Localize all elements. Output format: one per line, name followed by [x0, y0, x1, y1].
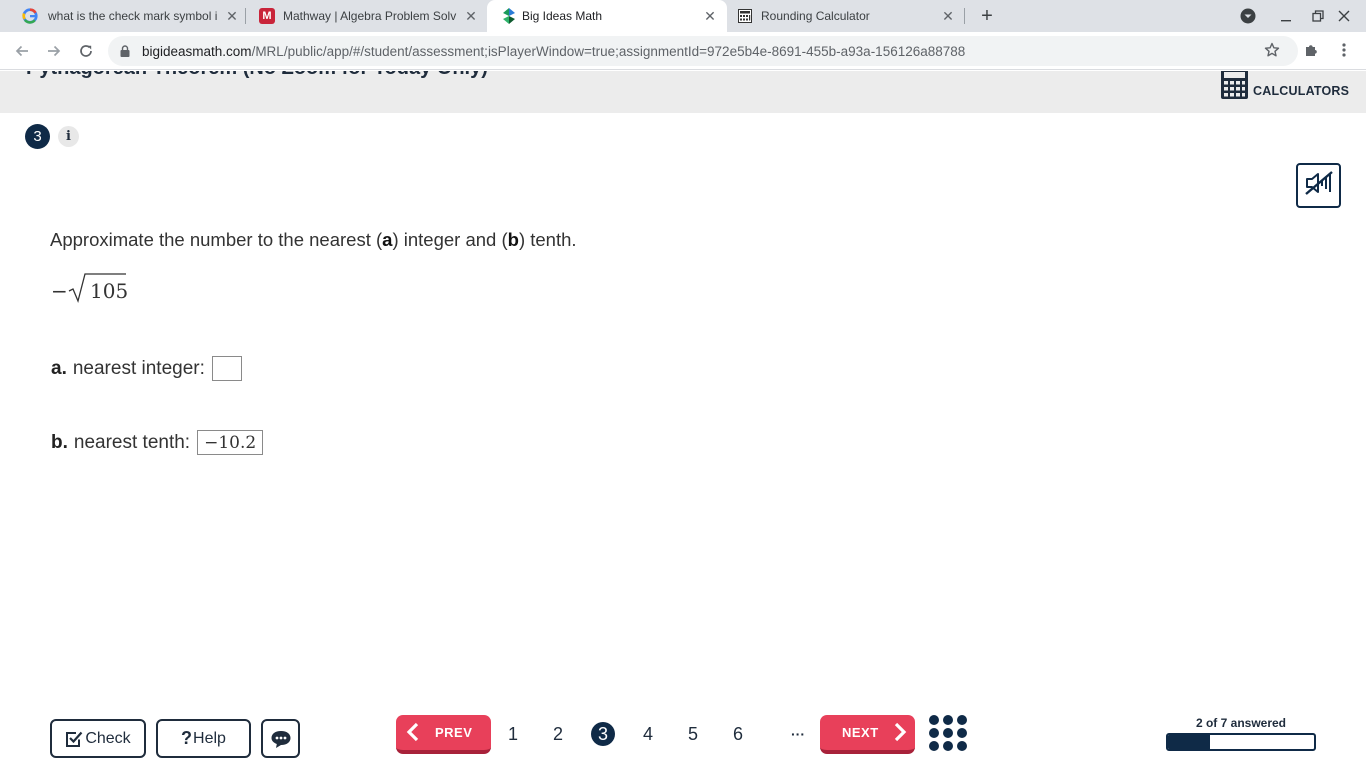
assignment-title: Pythagorean Theorem (No Zoom for Today O… — [26, 71, 488, 80]
answered-progress-bar — [1166, 733, 1316, 751]
progress-fill — [1168, 735, 1210, 749]
close-icon[interactable]: ✕ — [223, 7, 241, 25]
expression-radicand: 105 — [90, 279, 129, 303]
audio-muted-button[interactable] — [1296, 163, 1341, 208]
restore-icon[interactable] — [1308, 6, 1328, 26]
address-bar[interactable]: bigideasmath.com/MRL/public/app/#/studen… — [108, 36, 1298, 66]
close-icon[interactable]: ✕ — [939, 7, 957, 25]
check-label: Check — [85, 729, 131, 747]
question-grid-icon[interactable] — [929, 715, 967, 753]
part-a-row: a. nearest integer: — [51, 356, 242, 381]
page-1-button[interactable]: 1 — [501, 722, 525, 746]
browser-tab-rounding-calculator[interactable]: Rounding Calculator ✕ — [727, 0, 965, 32]
question-number-badge: 3 — [25, 124, 50, 149]
lock-icon — [120, 44, 130, 57]
url-path: /MRL/public/app/#/student/assessment;isP… — [251, 44, 966, 59]
calculators-label: CALCULATORS — [1253, 84, 1350, 98]
next-label: NEXT — [842, 725, 879, 740]
question-prompt: Approximate the number to the nearest (a… — [50, 229, 577, 250]
part-a-text: nearest integer: — [72, 357, 205, 379]
tab-search-dropdown-icon[interactable] — [1238, 6, 1258, 26]
expression-sign: − — [51, 279, 68, 303]
tab-title: what is the check mark symbol i — [48, 9, 218, 23]
more-pages-ellipsis[interactable]: ··· — [786, 722, 810, 746]
browser-tab-mathway[interactable]: M Mathway | Algebra Problem Solv ✕ — [246, 0, 486, 32]
extensions-puzzle-icon[interactable] — [1302, 40, 1322, 60]
calculator-grid-icon — [737, 8, 753, 24]
page-2-button[interactable]: 2 — [546, 722, 570, 746]
tab-title: Big Ideas Math — [522, 9, 603, 23]
close-icon[interactable]: ✕ — [701, 7, 719, 25]
chrome-menu-icon[interactable] — [1336, 40, 1352, 60]
help-button[interactable]: ? Help — [156, 719, 251, 758]
big-ideas-math-icon — [501, 8, 517, 24]
page-6-button[interactable]: 6 — [726, 722, 750, 746]
calculators-button[interactable]: CALCULATORS — [1221, 71, 1349, 101]
page-4-button[interactable]: 4 — [636, 722, 660, 746]
close-icon[interactable]: ✕ — [462, 7, 480, 25]
close-window-icon[interactable] — [1334, 6, 1354, 26]
page-5-button[interactable]: 5 — [681, 722, 705, 746]
url-host: bigideasmath.com — [142, 44, 252, 59]
url-text: bigideasmath.com/MRL/public/app/#/studen… — [142, 44, 965, 59]
check-button[interactable]: Check — [50, 719, 146, 758]
new-tab-plus-icon[interactable]: + — [976, 5, 998, 27]
browser-tab-google[interactable]: what is the check mark symbol i ✕ — [8, 0, 246, 32]
chat-bubble-icon — [270, 729, 292, 749]
prev-label: PREV — [435, 725, 473, 740]
calculator-icon — [1221, 71, 1248, 104]
nearest-tenth-answer-box[interactable]: −10.2 — [197, 430, 264, 455]
question-mark-icon: ? — [181, 728, 193, 748]
tab-title: Rounding Calculator — [761, 9, 870, 23]
browser-tab-big-ideas-math[interactable]: Big Ideas Math ✕ — [487, 0, 727, 32]
part-b-label: b. — [51, 431, 68, 453]
forward-arrow-icon[interactable] — [44, 41, 64, 61]
info-icon[interactable]: i — [58, 126, 79, 147]
part-b-row: b. nearest tenth: −10.2 — [51, 430, 264, 455]
tab-title: Mathway | Algebra Problem Solv — [283, 9, 457, 23]
prev-button[interactable]: PREV — [396, 715, 491, 754]
bookmark-star-icon[interactable] — [1262, 40, 1282, 60]
answered-count-label: 2 of 7 answered — [1195, 716, 1287, 730]
browser-toolbar: bigideasmath.com/MRL/public/app/#/studen… — [0, 32, 1366, 70]
checkbox-check-icon — [65, 730, 83, 748]
chevron-right-icon — [893, 720, 907, 746]
part-b-text: nearest tenth: — [73, 431, 191, 453]
next-button[interactable]: NEXT — [820, 715, 915, 754]
back-arrow-icon[interactable] — [12, 41, 32, 61]
reload-icon[interactable] — [76, 41, 96, 61]
page-3-button[interactable]: 3 — [591, 722, 615, 746]
tab-separator — [964, 8, 965, 24]
chevron-left-icon — [406, 720, 420, 746]
nearest-integer-answer-box[interactable] — [211, 356, 242, 381]
part-a-label: a. — [51, 357, 67, 379]
help-label: Help — [193, 729, 226, 747]
mathway-icon: M — [259, 8, 275, 24]
speaker-muted-icon — [1304, 170, 1334, 201]
chat-button[interactable] — [261, 719, 300, 758]
minimize-icon[interactable] — [1276, 6, 1296, 26]
google-icon — [22, 8, 38, 24]
browser-tab-strip: what is the check mark symbol i ✕ M Math… — [0, 0, 1366, 32]
assignment-header: Pythagorean Theorem (No Zoom for Today O… — [0, 71, 1366, 113]
